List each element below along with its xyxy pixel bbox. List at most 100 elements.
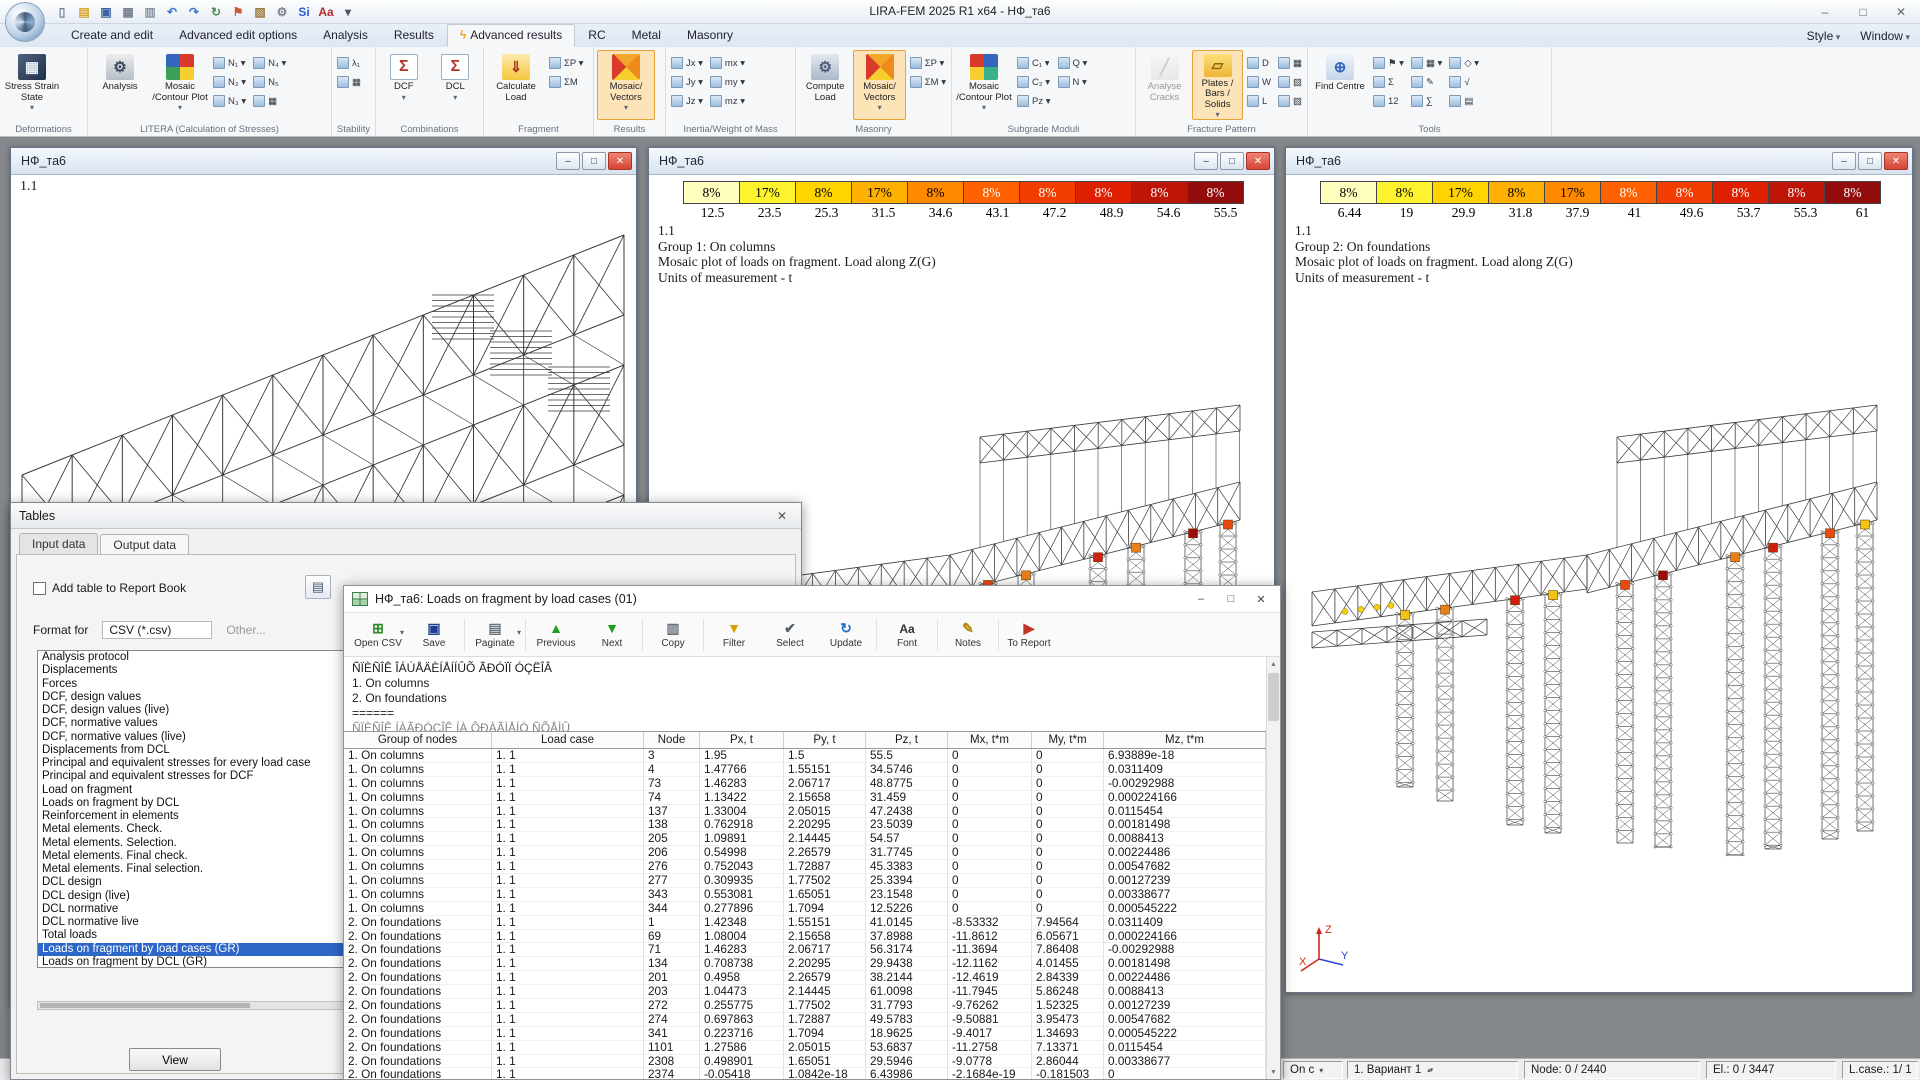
column-header[interactable]: Mz, t*m xyxy=(1104,732,1266,748)
new-document-icon[interactable]: ▯ xyxy=(52,2,72,21)
ribbon-small-button[interactable]: ▦ xyxy=(251,92,288,110)
table-row[interactable]: 2. On foundations 1. 1 1101 1.27586 2.05… xyxy=(344,1041,1266,1055)
maximize-icon[interactable]: □ xyxy=(1858,152,1882,170)
tab-create-and-edit[interactable]: Create and edit xyxy=(58,24,166,47)
table-row[interactable]: 1. On columns 1. 1 205 1.09891 2.14445 5… xyxy=(344,832,1266,846)
title-bar[interactable]: ▯ ▤ ▣ ▦ ▥ ↶ ↷ ↻ ⚑ ▧ ⚙ Si xyxy=(0,0,1920,24)
other-button[interactable]: Other... xyxy=(226,623,265,637)
tab-analysis[interactable]: Analysis xyxy=(310,24,381,47)
add-to-report-checkbox[interactable] xyxy=(33,582,46,595)
ribbon-small-button[interactable]: ▦ xyxy=(1276,54,1304,72)
scrollbar-thumb[interactable] xyxy=(40,1003,250,1008)
select-button[interactable]: Select xyxy=(762,614,818,656)
window-menu[interactable]: Window xyxy=(1850,26,1920,47)
open-csv-button[interactable]: Open CSV xyxy=(350,614,406,656)
scroll-up-icon[interactable]: ▲ xyxy=(1267,657,1280,671)
update-button[interactable]: Update xyxy=(818,614,874,656)
font-style-icon[interactable]: Aa xyxy=(316,2,336,21)
table-row[interactable]: 1. On columns 1. 1 73 1.46283 2.06717 48… xyxy=(344,777,1266,791)
print-icon[interactable]: ▦ xyxy=(118,2,138,21)
table-row[interactable]: 1. On columns 1. 1 277 0.309935 1.77502 … xyxy=(344,874,1266,888)
tools-icon[interactable]: ⚙ xyxy=(272,2,292,21)
more-commands-icon[interactable]: ▾ xyxy=(338,2,358,21)
column-header[interactable]: Pz, t xyxy=(866,732,948,748)
litera-mosaic-contour-button[interactable]: Mosaic /Contour Plot xyxy=(151,50,209,120)
report-book-button[interactable] xyxy=(305,575,331,599)
ribbon-small-button[interactable]: Jx ▾ xyxy=(669,54,705,72)
ribbon-small-button[interactable]: D xyxy=(1245,54,1273,72)
column-header[interactable]: Group of nodes xyxy=(344,732,492,748)
minimize-icon[interactable]: – xyxy=(1832,152,1856,170)
close-icon[interactable]: ✕ xyxy=(1246,588,1276,610)
ribbon-small-button[interactable]: N₂ ▾ xyxy=(211,73,248,91)
ribbon-small-button[interactable]: N₄ ▾ xyxy=(251,54,288,72)
ribbon-small-button[interactable]: Pz ▾ xyxy=(1015,92,1053,110)
minimize-icon[interactable]: – xyxy=(1806,0,1844,24)
table-row[interactable]: 2. On foundations 1. 1 2374 -0.05418 1.0… xyxy=(344,1068,1266,1079)
to-report-button[interactable]: To Report xyxy=(1001,614,1057,656)
model-window-1-titlebar[interactable]: НФ_та6 – □ ✕ xyxy=(11,148,636,175)
model-viewport[interactable]: 8%8%17%8%17%8%8%8%8%8% 6.441929.931.837.… xyxy=(1287,175,1911,991)
ribbon-small-button[interactable]: ▧ xyxy=(1276,73,1304,91)
maximize-icon[interactable]: □ xyxy=(1844,0,1882,24)
masonry-compute-load-button[interactable]: Compute Load xyxy=(799,50,851,120)
results-mosaic-vectors-button[interactable]: Mosaic/ Vectors xyxy=(597,50,655,120)
tab-rc[interactable]: RC xyxy=(575,24,618,47)
column-header[interactable]: Mx, t*m xyxy=(948,732,1032,748)
ribbon-small-button[interactable]: ▦ ▾ xyxy=(1409,54,1444,72)
dcl-button[interactable]: DCL xyxy=(431,50,481,120)
model-window-3-titlebar[interactable]: НФ_та6 – □ ✕ xyxy=(1286,148,1912,175)
save-button[interactable]: Save xyxy=(406,614,462,656)
ribbon-small-button[interactable]: ∑ xyxy=(1409,92,1444,110)
tab-advanced-edit-options[interactable]: Advanced edit options xyxy=(166,24,310,47)
table-row[interactable]: 1. On columns 1. 1 3 1.95 1.5 55.5 0 0 6… xyxy=(344,749,1266,763)
close-icon[interactable]: ✕ xyxy=(1882,0,1920,24)
subgrade-mosaic-contour-button[interactable]: Mosaic /Contour Plot xyxy=(955,50,1013,120)
variant-selector[interactable]: 1. Вариант 1 xyxy=(1347,1061,1518,1079)
minimize-icon[interactable]: – xyxy=(1186,588,1216,610)
ribbon-small-button[interactable]: 12 xyxy=(1371,92,1406,110)
next-button[interactable]: Next xyxy=(584,614,640,656)
table-row[interactable]: 2. On foundations 1. 1 201 0.4958 2.2657… xyxy=(344,971,1266,985)
refresh-icon[interactable]: ↻ xyxy=(206,2,226,21)
loads-table-titlebar[interactable]: НФ_та6: Loads on fragment by load cases … xyxy=(344,586,1280,613)
format-combo[interactable]: CSV (*.csv) xyxy=(102,621,212,639)
close-icon[interactable]: ✕ xyxy=(1246,152,1270,170)
ribbon-small-button[interactable]: ⚑ ▾ xyxy=(1371,54,1406,72)
ribbon-small-button[interactable]: N₁ ▾ xyxy=(211,54,248,72)
ribbon-small-button[interactable]: ◇ ▾ xyxy=(1447,54,1481,72)
table-row[interactable]: 1. On columns 1. 1 4 1.47766 1.55151 34.… xyxy=(344,763,1266,777)
ribbon-small-button[interactable]: C₂ ▾ xyxy=(1015,73,1053,91)
ribbon-small-button[interactable]: mx ▾ xyxy=(708,54,747,72)
tab-metal[interactable]: Metal xyxy=(619,24,674,47)
save-icon[interactable]: ▣ xyxy=(96,2,116,21)
vertical-scrollbar[interactable]: ▲ ▼ xyxy=(1266,657,1280,1079)
scroll-down-icon[interactable]: ▼ xyxy=(1267,1065,1280,1079)
ribbon-small-button[interactable]: ΣP ▾ xyxy=(908,54,948,72)
table-row[interactable]: 1. On columns 1. 1 276 0.752043 1.72887 … xyxy=(344,860,1266,874)
column-header[interactable]: Px, t xyxy=(700,732,784,748)
si-units-icon[interactable]: Si xyxy=(294,2,314,21)
column-header[interactable]: Node xyxy=(644,732,700,748)
ribbon-small-button[interactable]: ΣM xyxy=(547,73,585,91)
group-combo[interactable]: On c xyxy=(1283,1061,1343,1079)
font-button[interactable]: Font xyxy=(879,614,935,656)
ribbon-small-button[interactable]: Jz ▾ xyxy=(669,92,705,110)
table-row[interactable]: 2. On foundations 1. 1 203 1.04473 2.144… xyxy=(344,985,1266,999)
table-row[interactable]: 2. On foundations 1. 1 272 0.255775 1.77… xyxy=(344,999,1266,1013)
table-row[interactable]: 1. On columns 1. 1 206 0.54998 2.26579 3… xyxy=(344,846,1266,860)
table-row[interactable]: 1. On columns 1. 1 138 0.762918 2.20295 … xyxy=(344,818,1266,832)
ribbon-small-button[interactable]: Q ▾ xyxy=(1056,54,1090,72)
close-icon[interactable]: ✕ xyxy=(771,507,793,525)
minimize-icon[interactable]: – xyxy=(1194,152,1218,170)
redo-icon[interactable]: ↷ xyxy=(184,2,204,21)
paginate-button[interactable]: Paginate xyxy=(467,614,523,656)
maximize-icon[interactable]: □ xyxy=(1216,588,1246,610)
ribbon-small-button[interactable]: ▨ xyxy=(1276,92,1304,110)
table-row[interactable]: 1. On columns 1. 1 74 1.13422 2.15658 31… xyxy=(344,791,1266,805)
table-row[interactable]: 1. On columns 1. 1 343 0.553081 1.65051 … xyxy=(344,888,1266,902)
ribbon-small-button[interactable]: √ xyxy=(1447,73,1481,91)
ribbon-small-button[interactable]: ΣP ▾ xyxy=(547,54,585,72)
ribbon-small-button[interactable]: my ▾ xyxy=(708,73,747,91)
tab-output-data[interactable]: Output data xyxy=(100,534,189,555)
